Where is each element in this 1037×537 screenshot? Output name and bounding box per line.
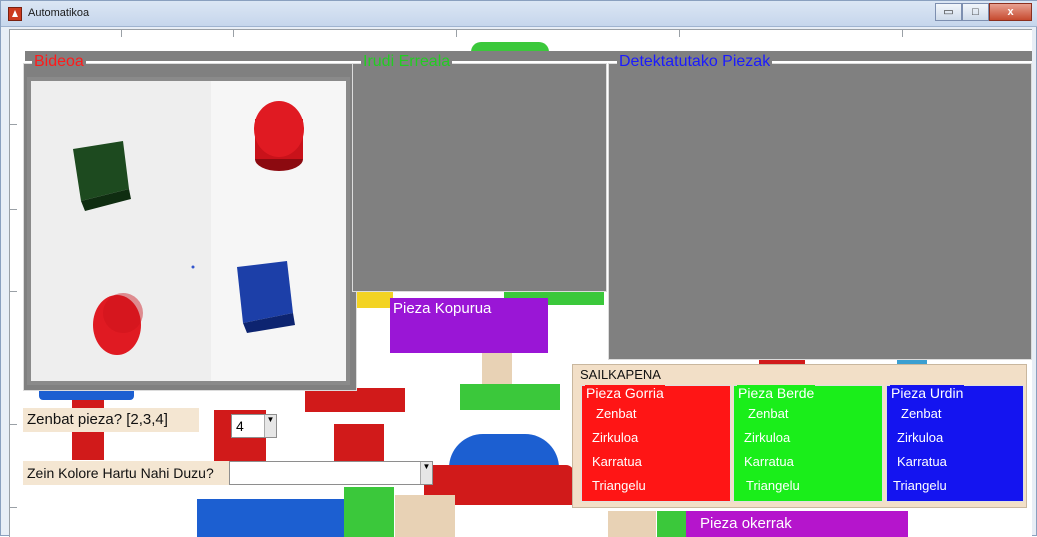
gorria-zirkuloa: Zirkuloa (592, 430, 639, 445)
axes-tick (9, 291, 17, 292)
panels-header-bar (25, 51, 1032, 61)
zenbat-pieza-dropdown[interactable]: 4 ▼ (231, 414, 277, 438)
chevron-down-icon[interactable]: ▼ (420, 462, 432, 484)
background-red-block (334, 424, 384, 464)
berde-zenbat: Zenbat (748, 406, 789, 421)
maximize-button[interactable]: □ (962, 3, 989, 21)
kolorea-label: Zein Kolore Hartu Nahi Duzu? (23, 461, 229, 485)
blue-cube-piece (237, 261, 295, 333)
pieza-berde-group: Pieza Berde Zenbat Zirkuloa Karratua Tri… (733, 385, 883, 502)
axes-tick (9, 424, 17, 425)
background-wood-block (395, 495, 455, 537)
urdin-zenbat: Zenbat (901, 406, 942, 421)
pieza-kopurua-panel: Pieza Kopurua (390, 298, 548, 353)
background-wood-block (482, 353, 512, 385)
red-cylinder-piece (254, 101, 304, 171)
green-cube-piece (73, 141, 131, 211)
axes-tick (9, 124, 17, 125)
background-green-block (657, 511, 687, 537)
sailkapena-panel: SAILKAPENA Pieza Gorria Zenbat Zirkuloa … (572, 364, 1027, 508)
berde-zirkuloa: Zirkuloa (744, 430, 791, 445)
detektatutako-piezak-panel: Detektatutako Piezak (608, 53, 1032, 360)
gorria-zenbat: Zenbat (596, 406, 637, 421)
pieza-okerrak-label: Pieza okerrak (700, 515, 792, 532)
irudi-erreala-title: Irudi Erreala (361, 53, 453, 71)
zenbat-pieza-label: Zenbat pieza? [2,3,4] (23, 408, 199, 432)
pieza-berde-title: Pieza Berde (737, 385, 816, 401)
gorria-karratua: Karratua (592, 454, 642, 469)
pieza-urdin-group: Pieza Urdin Zenbat Zirkuloa Karratua Tri… (886, 385, 1024, 502)
background-green-block (344, 487, 394, 537)
chevron-down-icon[interactable]: ▼ (264, 415, 276, 437)
axes-tick (233, 29, 234, 37)
background-green-block (460, 384, 560, 410)
background-yellow-block (351, 290, 393, 308)
urdin-triangelu: Triangelu (893, 478, 947, 493)
detektatutako-piezak-title: Detektatutako Piezak (617, 53, 773, 71)
window-title: Automatikoa (28, 7, 90, 19)
sailkapena-title: SAILKAPENA (580, 367, 661, 382)
berde-triangelu: Triangelu (746, 478, 800, 493)
axes-tick (9, 507, 17, 508)
close-button[interactable]: x (989, 3, 1032, 21)
background-blue-block (197, 499, 347, 537)
urdin-zirkuloa: Zirkuloa (897, 430, 944, 445)
pieza-urdin-title: Pieza Urdin (890, 385, 965, 401)
background-red-block (305, 388, 405, 412)
zenbat-pieza-value: 4 (236, 418, 244, 434)
axes-tick (456, 29, 457, 37)
kolorea-dropdown[interactable]: ▼ (229, 461, 433, 485)
minimize-button[interactable]: ▭ (935, 3, 962, 21)
berde-karratua: Karratua (744, 454, 794, 469)
pieza-gorria-title: Pieza Gorria (585, 385, 665, 401)
axes-tick (679, 29, 680, 37)
bideoa-title: Bideoa (32, 53, 86, 71)
pen-mark (191, 265, 195, 269)
background-blue-arch (449, 434, 559, 468)
irudi-erreala-panel: Irudi Erreala (352, 53, 607, 292)
pieza-okerrak-panel: Pieza okerrak (686, 511, 908, 537)
matlab-app-icon (8, 7, 22, 21)
title-bar[interactable]: Automatikoa ▭ □ x (1, 1, 1037, 27)
gorria-triangelu: Triangelu (592, 478, 646, 493)
axes-top-border (9, 29, 1032, 30)
pieza-kopurua-title: Pieza Kopurua (393, 300, 492, 317)
axes-tick (9, 209, 17, 210)
video-scene (31, 81, 346, 381)
axes-tick (902, 29, 903, 37)
pieza-gorria-group: Pieza Gorria Zenbat Zirkuloa Karratua Tr… (581, 385, 731, 502)
background-wood-block (608, 511, 656, 537)
video-frame (27, 77, 350, 385)
axes-left-border (9, 29, 10, 537)
figure-canvas: Bideoa Irudi Erreala Detektatutako Pieza… (9, 29, 1032, 537)
app-window: Automatikoa ▭ □ x Bideoa Irudi Erreala D… (0, 0, 1037, 537)
axes-tick (121, 29, 122, 37)
urdin-karratua: Karratua (897, 454, 947, 469)
